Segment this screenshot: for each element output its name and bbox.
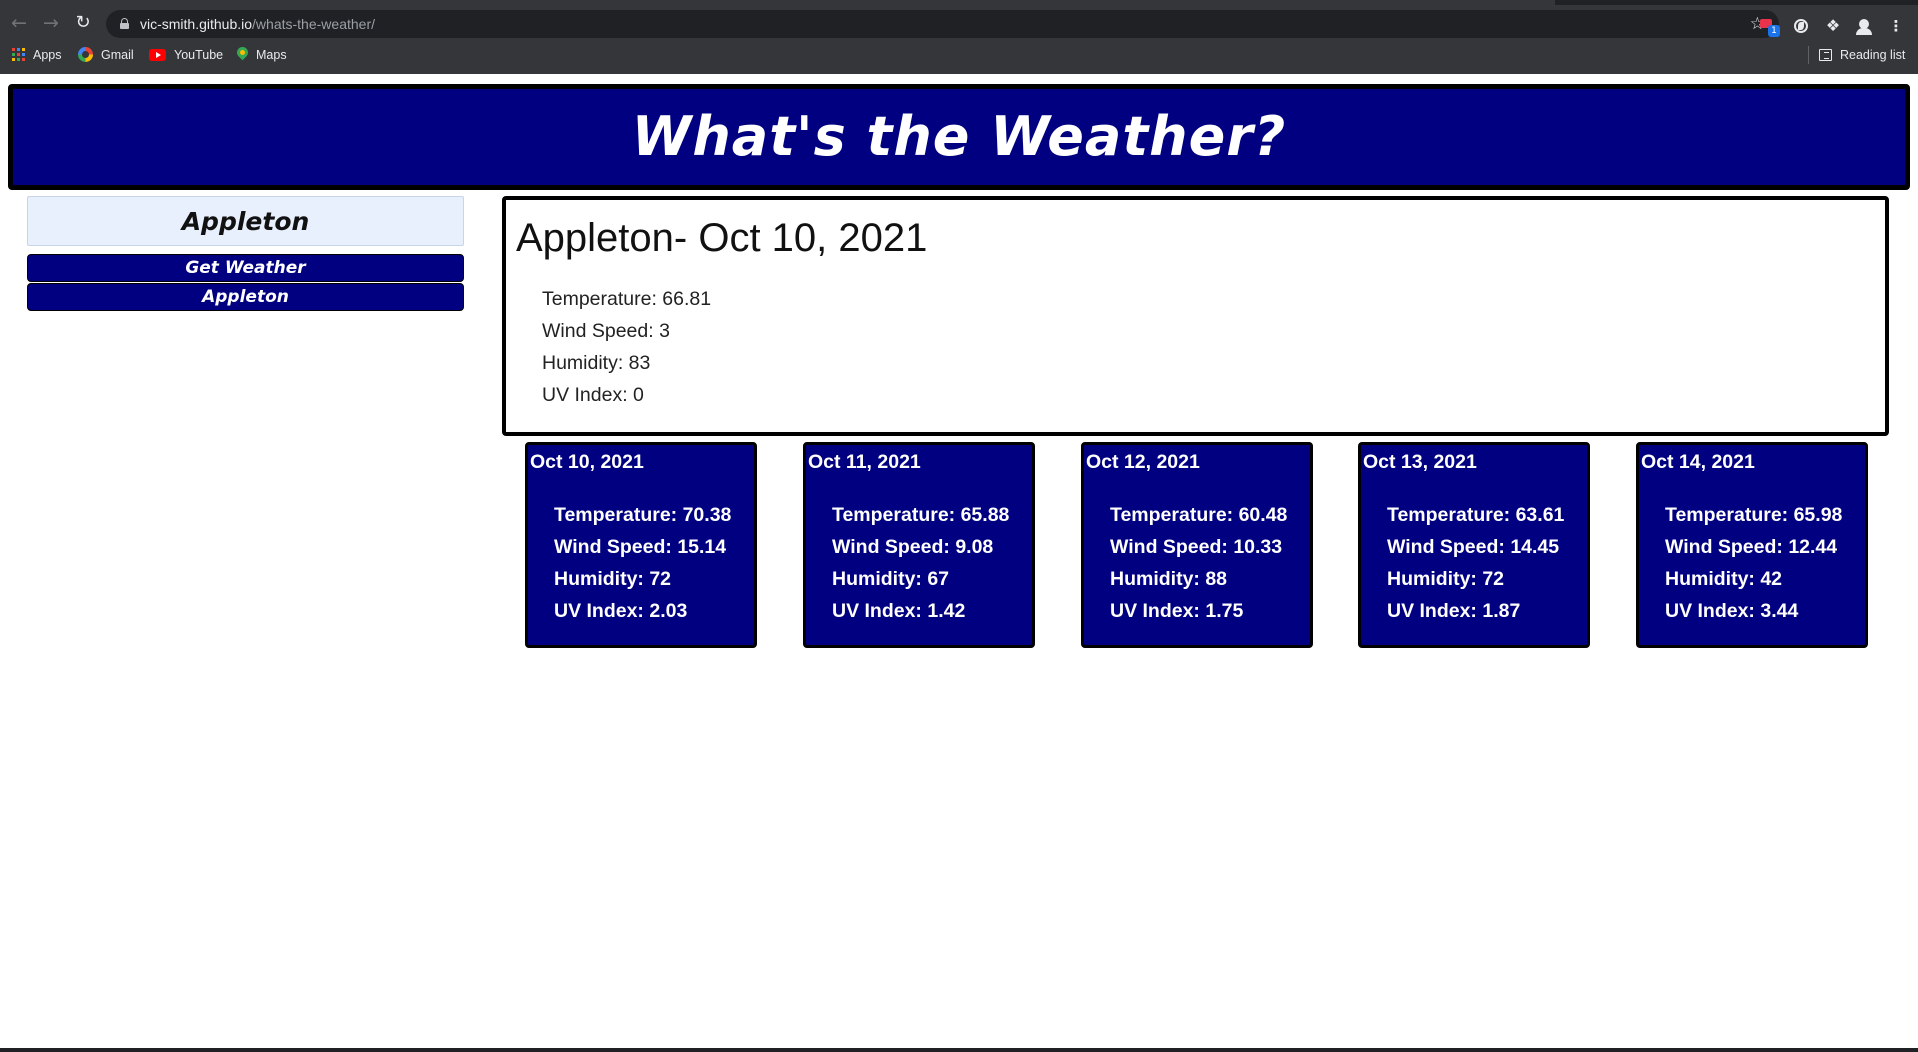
url-host: vic-smith.github.io [140,16,253,32]
current-weather-stats: Temperature: 66.81 Wind Speed: 3 Humidit… [542,283,711,411]
forecast-uv-index: UV Index: 3.44 [1665,600,1799,622]
reading-list-button[interactable]: Reading list [1819,42,1905,68]
profile-avatar-icon[interactable] [1853,15,1875,37]
forecast-wind-speed: Wind Speed: 12.44 [1665,536,1838,558]
forecast-date: Oct 12, 2021 [1086,451,1200,473]
address-bar[interactable]: vic-smith.github.io/whats-the-weather/ ☆ [106,10,1779,38]
forecast-humidity: Humidity: 42 [1665,568,1783,590]
current-weather-card: Appleton- Oct 10, 2021 Temperature: 66.8… [502,196,1889,436]
forecast-card: Oct 11, 2021 Temperature: 65.88 Wind Spe… [803,442,1035,648]
maps-icon [237,47,248,62]
browser-toolbar: ← → ↻ vic-smith.github.io/whats-the-weat… [0,5,1918,39]
current-weather-title: Appleton- Oct 10, 2021 [516,216,928,260]
site-header: What's the Weather? [8,84,1910,190]
reading-list-icon [1819,48,1832,61]
bookmark-youtube[interactable]: YouTube [149,42,223,68]
browser-menu-icon[interactable]: ⋮ [1885,15,1907,37]
forecast-date: Oct 13, 2021 [1363,451,1477,473]
bookmark-gmail[interactable]: Gmail [78,42,134,68]
forecast-humidity: Humidity: 72 [1387,568,1505,590]
bookmark-apps[interactable]: Apps [12,42,62,68]
page-title: What's the Weather? [631,105,1287,168]
city-search-input[interactable] [27,196,464,246]
forecast-wind-speed: Wind Speed: 15.14 [554,536,727,558]
bookmark-maps[interactable]: Maps [237,42,287,68]
bookmark-label: YouTube [174,48,224,62]
apps-grid-icon [12,48,25,62]
current-temperature: Temperature: 66.81 [542,288,712,310]
current-humidity: Humidity: 83 [542,352,651,374]
forecast-date: Oct 14, 2021 [1641,451,1755,473]
browser-chrome: ← → ↻ vic-smith.github.io/whats-the-weat… [0,0,1918,74]
reload-icon[interactable]: ↻ [70,10,96,36]
extension-notification-icon[interactable]: 1 [1758,15,1780,37]
forecast-uv-index: UV Index: 1.87 [1387,600,1521,622]
forecast-uv-index: UV Index: 1.42 [832,600,966,622]
divider [1808,46,1809,64]
forecast-temperature: Temperature: 63.61 [1387,504,1565,526]
bookmark-label: Gmail [101,48,134,62]
forecast-card: Oct 14, 2021 Temperature: 65.98 Wind Spe… [1636,442,1868,648]
bookmarks-bar: Apps Gmail YouTube Maps Reading list [0,42,1918,70]
bookmark-label: Apps [33,48,62,62]
extension-badge-count: 1 [1768,25,1780,37]
forecast-card: Oct 12, 2021 Temperature: 60.48 Wind Spe… [1081,442,1313,648]
forecast-uv-index: UV Index: 2.03 [554,600,688,622]
google-icon [78,47,93,63]
bookmark-label: Maps [256,48,287,62]
forecast-date: Oct 10, 2021 [530,451,644,473]
lock-icon[interactable] [120,18,129,29]
page-content: What's the Weather? Get Weather Appleton… [0,74,1918,1052]
forecast-humidity: Humidity: 67 [832,568,950,590]
forecast-humidity: Humidity: 72 [554,568,672,590]
extension-globe-icon[interactable] [1790,15,1812,37]
extensions-puzzle-icon[interactable]: ❖ [1822,15,1844,37]
url-path: /whats-the-weather/ [252,16,375,32]
forecast-temperature: Temperature: 60.48 [1110,504,1288,526]
reading-list-label: Reading list [1840,48,1906,62]
forecast-wind-speed: Wind Speed: 14.45 [1387,536,1560,558]
forecast-uv-index: UV Index: 1.75 [1110,600,1244,622]
forecast-humidity: Humidity: 88 [1110,568,1228,590]
forecast-temperature: Temperature: 65.98 [1665,504,1843,526]
forecast-date: Oct 11, 2021 [808,451,921,473]
current-uv-index: UV Index: 0 [542,384,644,406]
forecast-wind-speed: Wind Speed: 9.08 [832,536,994,558]
forecast-card: Oct 10, 2021 Temperature: 70.38 Wind Spe… [525,442,757,648]
current-wind-speed: Wind Speed: 3 [542,320,670,342]
youtube-icon [149,48,166,61]
forward-arrow-icon[interactable]: → [38,10,64,36]
forecast-wind-speed: Wind Speed: 10.33 [1110,536,1283,558]
forecast-card: Oct 13, 2021 Temperature: 63.61 Wind Spe… [1358,442,1590,648]
back-arrow-icon[interactable]: ← [6,10,32,36]
history-city-button[interactable]: Appleton [27,283,464,311]
get-weather-button[interactable]: Get Weather [27,254,464,282]
forecast-temperature: Temperature: 65.88 [832,504,1010,526]
window-bottom-edge [0,1048,1918,1052]
url-text[interactable]: vic-smith.github.io/whats-the-weather/ [140,10,375,38]
forecast-temperature: Temperature: 70.38 [554,504,732,526]
